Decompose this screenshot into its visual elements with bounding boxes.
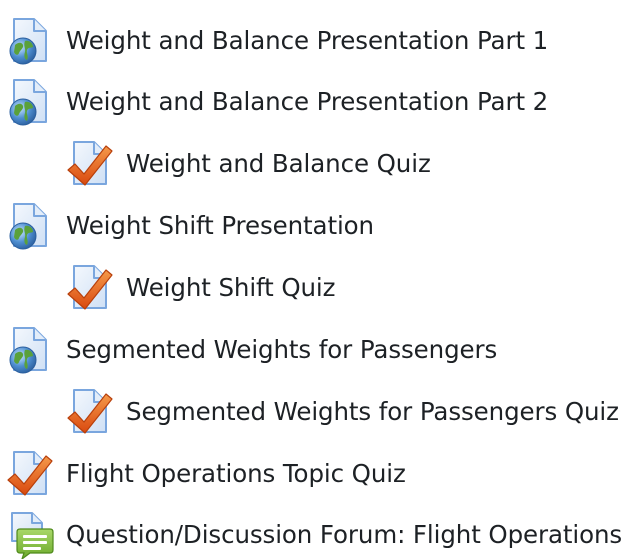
forum-icon bbox=[6, 511, 54, 559]
url-resource-icon bbox=[6, 78, 54, 126]
activity-link[interactable]: Segmented Weights for Passengers Quiz bbox=[126, 397, 619, 427]
activity-item-discussion-forum[interactable]: Question/Discussion Forum: Flight Operat… bbox=[6, 510, 622, 560]
activity-link[interactable]: Flight Operations Topic Quiz bbox=[66, 459, 406, 489]
activity-link[interactable]: Weight and Balance Presentation Part 1 bbox=[66, 26, 548, 56]
activity-link[interactable]: Weight Shift Quiz bbox=[126, 273, 336, 303]
activity-link[interactable]: Segmented Weights for Passengers bbox=[66, 335, 497, 365]
quiz-checkmark-icon bbox=[6, 450, 54, 498]
activity-item-wb-quiz[interactable]: Weight and Balance Quiz bbox=[66, 139, 431, 189]
activity-item-weight-shift-quiz[interactable]: Weight Shift Quiz bbox=[66, 263, 336, 313]
activity-item-segmented-weights[interactable]: Segmented Weights for Passengers bbox=[6, 325, 497, 375]
activity-item-flight-ops-quiz[interactable]: Flight Operations Topic Quiz bbox=[6, 449, 406, 499]
url-resource-icon bbox=[6, 326, 54, 374]
url-resource-icon bbox=[6, 17, 54, 65]
quiz-checkmark-icon bbox=[66, 264, 114, 312]
activity-link[interactable]: Weight Shift Presentation bbox=[66, 211, 374, 241]
activity-link[interactable]: Question/Discussion Forum: Flight Operat… bbox=[66, 520, 622, 550]
activity-link[interactable]: Weight and Balance Presentation Part 2 bbox=[66, 87, 548, 117]
activity-item-weight-shift-presentation[interactable]: Weight Shift Presentation bbox=[6, 201, 374, 251]
quiz-checkmark-icon bbox=[66, 388, 114, 436]
quiz-checkmark-icon bbox=[66, 140, 114, 188]
url-resource-icon bbox=[6, 202, 54, 250]
activity-item-segmented-weights-quiz[interactable]: Segmented Weights for Passengers Quiz bbox=[66, 387, 619, 437]
activity-list: Weight and Balance Presentation Part 1 W… bbox=[0, 0, 625, 559]
activity-item-wb-presentation-1[interactable]: Weight and Balance Presentation Part 1 bbox=[6, 16, 548, 66]
activity-link[interactable]: Weight and Balance Quiz bbox=[126, 149, 431, 179]
activity-item-wb-presentation-2[interactable]: Weight and Balance Presentation Part 2 bbox=[6, 77, 548, 127]
